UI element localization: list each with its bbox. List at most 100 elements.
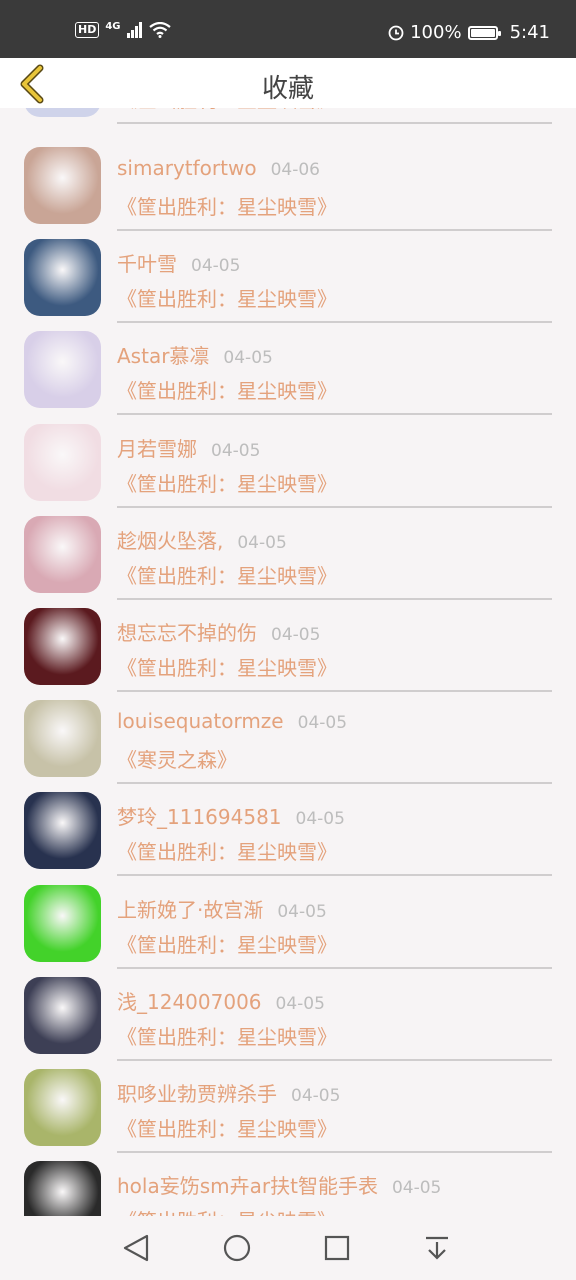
favorites-list[interactable]: 《筐出胜利：星尘映雪》 simarytfortwo 04-06 《筐出胜利：星尘映雪… (0, 0, 576, 1216)
favorite-date: 04-05 (237, 532, 287, 553)
list-item[interactable]: louisequatormze 04-05 《寒灵之森》 (0, 700, 576, 792)
favorite-date: 04-05 (223, 348, 273, 369)
favorite-date: 04-05 (295, 809, 345, 830)
favorite-date: 04-05 (275, 993, 325, 1014)
user-name-row: hola妄饬sm卉ar扶t智能手表 04-05 (117, 1170, 441, 1199)
book-title[interactable]: 《筐出胜利：星尘映雪》 (117, 929, 337, 958)
wifi-icon (148, 22, 171, 38)
alarm-icon (388, 25, 404, 40)
nav-recents-icon[interactable] (319, 1230, 355, 1266)
clock: 5:41 (509, 22, 550, 43)
divider (117, 1151, 552, 1153)
book-title[interactable]: 《筐出胜利：星尘映雪》 (117, 191, 337, 220)
list-item[interactable]: 上新娩了·故宫渐 04-05 《筐出胜利：星尘映雪》 (0, 884, 576, 977)
avatar[interactable] (24, 792, 101, 870)
list-item[interactable]: 浅_124007006 04-05 《筐出胜利：星尘映雪》 (0, 976, 576, 1069)
favorite-date: 04-05 (211, 440, 261, 461)
user-name-row: 千叶雪 04-05 (117, 248, 240, 277)
book-title[interactable]: 《寒灵之森》 (117, 744, 237, 773)
page-title: 收藏 (261, 74, 314, 104)
list-item[interactable]: 千叶雪 04-05 《筐出胜利：星尘映雪》 (0, 239, 576, 331)
book-title[interactable]: 《筐出胜利：星尘映雪》 (117, 652, 337, 681)
divider (117, 229, 552, 231)
avatar[interactable] (24, 515, 101, 593)
user-name[interactable]: simarytfortwo (117, 156, 257, 180)
user-name[interactable]: 职哆业勃贾辨杀手 (117, 1082, 277, 1106)
user-name-row: simarytfortwo 04-06 (117, 156, 320, 180)
avatar[interactable] (24, 1161, 101, 1216)
user-name-row: louisequatormze 04-05 (117, 709, 347, 733)
list-item[interactable]: 月若雪娜 04-05 《筐出胜利：星尘映雪》 (0, 423, 576, 516)
user-name[interactable]: 浅_124007006 (117, 990, 262, 1014)
divider (117, 413, 552, 416)
network-type: 4G (105, 20, 121, 32)
book-title[interactable]: 《筐出胜利：星尘映雪》 (117, 560, 337, 589)
book-title[interactable]: 《筐出胜利：星尘映雪》 (117, 1113, 337, 1142)
book-title[interactable]: 《筐出胜利：星尘映雪》 (117, 836, 337, 865)
user-name[interactable]: Astar慕凛 (117, 344, 209, 368)
list-item[interactable]: 职哆业勃贾辨杀手 04-05 《筐出胜利：星尘映雪》 (0, 1069, 576, 1161)
user-name[interactable]: 趁烟火坠落, (117, 529, 223, 553)
avatar[interactable] (24, 331, 101, 409)
book-title[interactable]: 《筐出胜利：星尘映雪》 (117, 375, 337, 404)
battery-percent: 100% (410, 22, 462, 43)
favorite-date: 04-05 (297, 713, 348, 734)
favorite-date: 04-05 (277, 901, 327, 922)
user-name[interactable]: 想忘忘不掉的伤 (117, 621, 257, 645)
user-name-row: Astar慕凛 04-05 (117, 340, 273, 369)
user-name-row: 上新娩了·故宫渐 04-05 (117, 894, 327, 923)
list-item[interactable]: 梦玲_111694581 04-05 《筐出胜利：星尘映雪》 (0, 792, 576, 884)
avatar[interactable] (24, 976, 101, 1054)
battery-icon (467, 25, 501, 40)
book-title[interactable]: 《筐出胜利：星尘映雪》 (117, 1021, 337, 1050)
user-name[interactable]: louisequatormze (117, 709, 284, 733)
hd-badge: HD (75, 22, 100, 38)
favorite-date: 04-05 (291, 1086, 341, 1106)
list-item[interactable]: 想忘忘不掉的伤 04-05 《筐出胜利：星尘映雪》 (0, 608, 576, 700)
user-name-row: 浅_124007006 04-05 (117, 986, 325, 1015)
divider (117, 597, 552, 600)
divider (117, 505, 552, 508)
user-name-row: 月若雪娜 04-05 (117, 433, 260, 462)
divider (117, 966, 552, 969)
book-title[interactable]: 《筐出胜利：星尘映雪》 (117, 283, 337, 312)
user-name[interactable]: 上新娩了·故宫渐 (117, 898, 263, 922)
list-item[interactable]: Astar慕凛 04-05 《筐出胜利：星尘映雪》 (0, 331, 576, 423)
user-name-row: 梦玲_111694581 04-05 (117, 801, 345, 830)
avatar[interactable] (24, 147, 101, 224)
divider (117, 690, 552, 692)
nav-home-icon[interactable] (219, 1230, 255, 1266)
favorite-date: 04-05 (191, 256, 241, 277)
avatar[interactable] (24, 700, 101, 778)
favorite-date: 04-05 (391, 1178, 442, 1199)
system-nav-bar (0, 1216, 576, 1280)
book-title[interactable]: 《筐出胜利：星尘映雪》 (117, 468, 337, 497)
list-item[interactable]: hola妄饬sm卉ar扶t智能手表 04-05 《筐出胜利：星尘映雪》 (0, 1161, 576, 1216)
avatar[interactable] (24, 608, 101, 685)
avatar[interactable] (24, 884, 101, 962)
user-name[interactable]: hola妄饬sm卉ar扶t智能手表 (117, 1174, 378, 1198)
divider (117, 122, 552, 124)
signal-icon (126, 22, 142, 38)
favorite-date: 04-05 (271, 625, 321, 645)
nav-notification-icon[interactable] (419, 1230, 455, 1266)
divider (117, 782, 552, 785)
user-name-row: 趁烟火坠落, 04-05 (117, 525, 287, 554)
favorite-date: 04-06 (270, 160, 320, 180)
nav-back-icon[interactable] (119, 1230, 155, 1266)
list-item[interactable]: simarytfortwo 04-06 《筐出胜利：星尘映雪》 (0, 147, 576, 239)
user-name[interactable]: 月若雪娜 (117, 437, 197, 461)
divider (117, 1058, 552, 1061)
user-name[interactable]: 千叶雪 (117, 252, 177, 276)
divider (117, 321, 552, 324)
avatar[interactable] (24, 1069, 101, 1146)
divider (117, 874, 552, 877)
user-name[interactable]: 梦玲_111694581 (117, 805, 282, 829)
book-title[interactable]: 《筐出胜利：星尘映雪》 (117, 1205, 337, 1216)
user-name-row: 职哆业勃贾辨杀手 04-05 (117, 1078, 340, 1107)
avatar[interactable] (24, 423, 101, 501)
list-item[interactable]: 趁烟火坠落, 04-05 《筐出胜利：星尘映雪》 (0, 515, 576, 608)
avatar[interactable] (24, 239, 101, 317)
status-bar: HD 4G 100% 5:41 (0, 0, 576, 58)
app-header: 收藏 (0, 58, 576, 108)
